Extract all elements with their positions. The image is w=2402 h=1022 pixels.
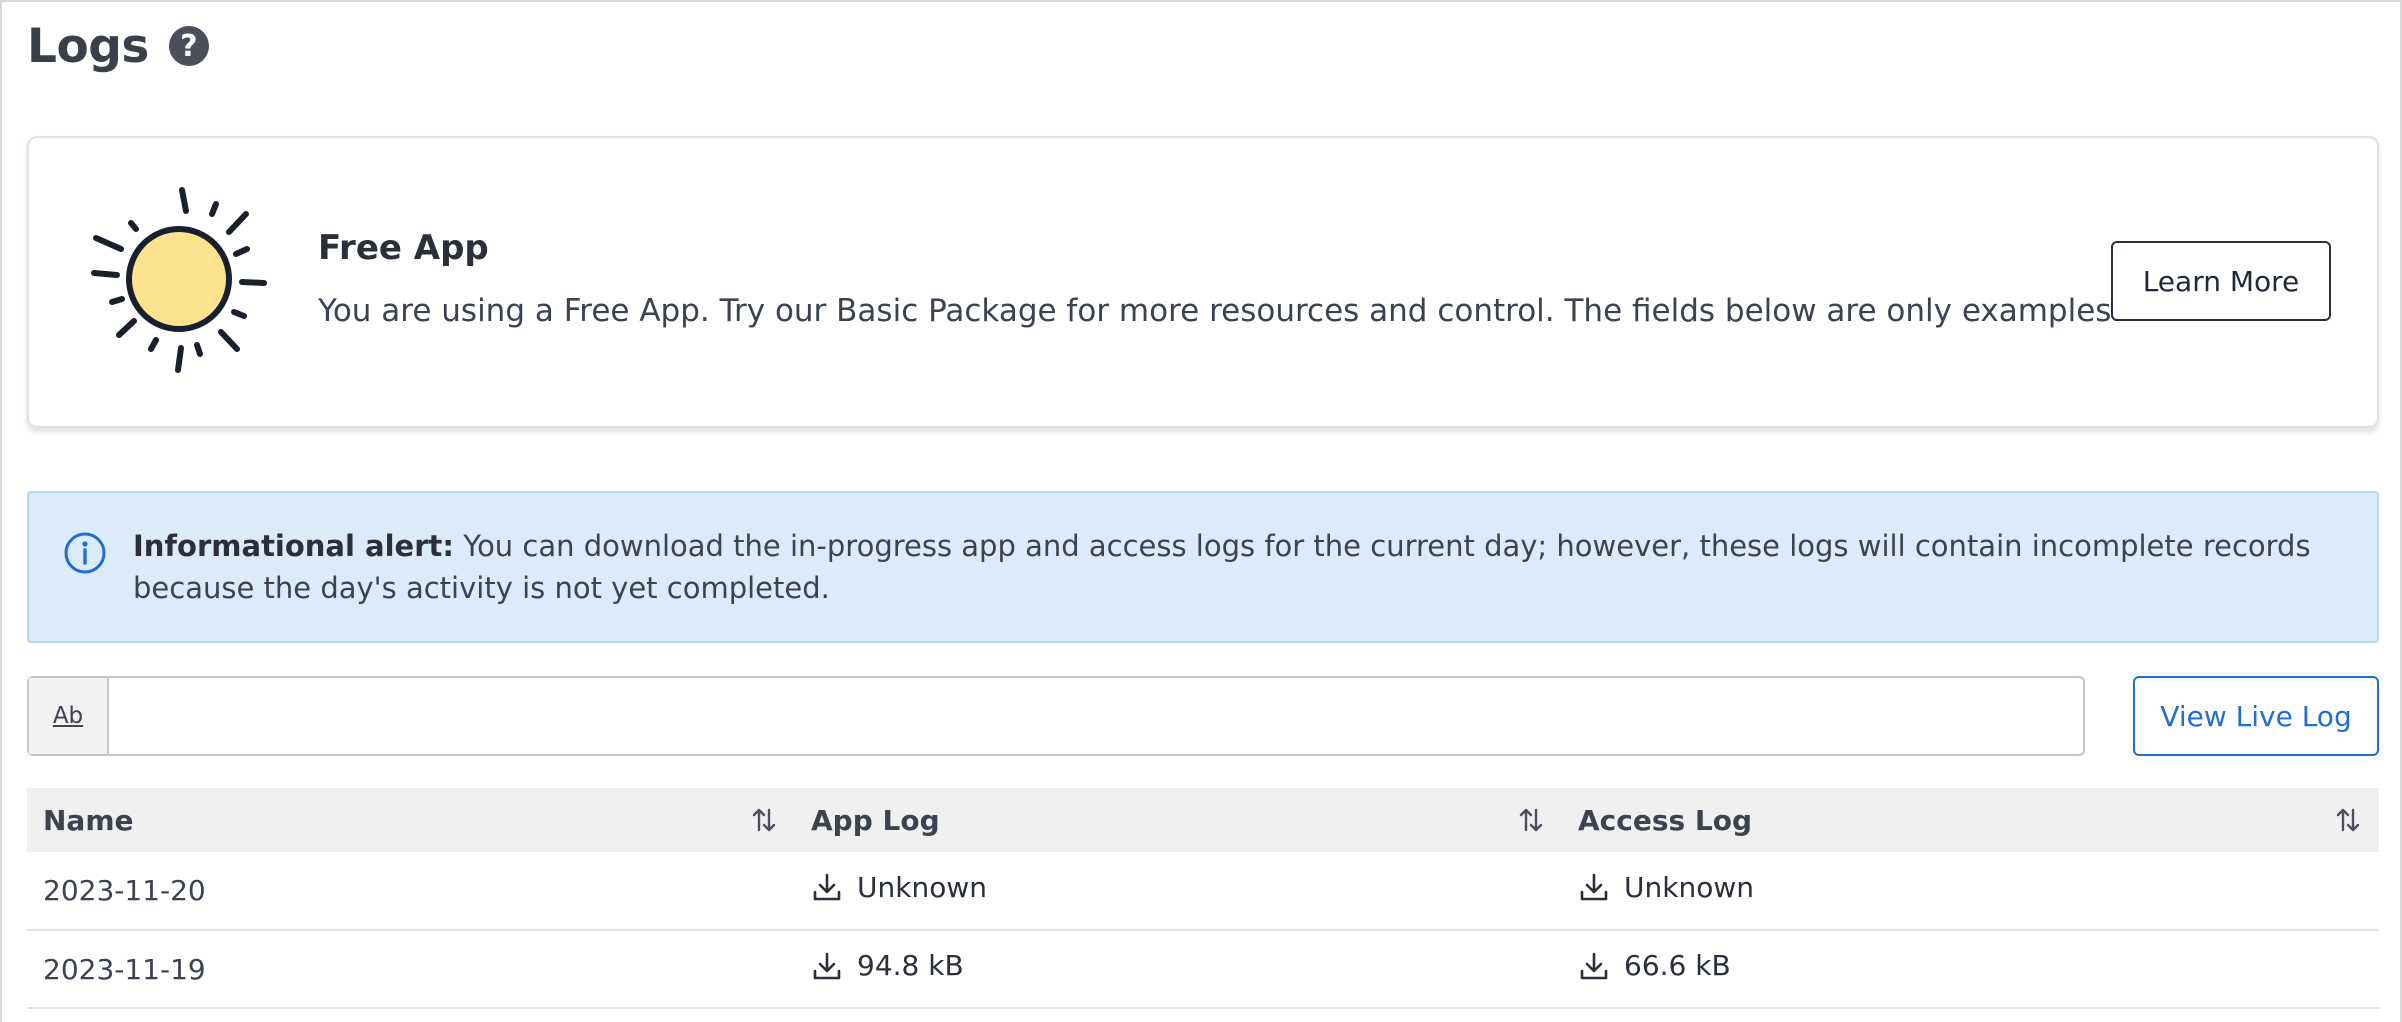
search-field: Ab xyxy=(27,676,2085,756)
info-icon xyxy=(64,532,106,574)
alert-label: Informational alert: xyxy=(133,529,454,563)
sort-icon[interactable] xyxy=(1516,805,1546,835)
page-header: Logs ? xyxy=(27,14,209,78)
learn-more-button[interactable]: Learn More xyxy=(2111,241,2331,321)
app-log-download[interactable]: 94.8 kB xyxy=(811,949,964,982)
access-log-size: 66.6 kB xyxy=(1624,949,1731,983)
match-case-toggle[interactable]: Ab xyxy=(29,678,109,754)
promo-title: Free App xyxy=(318,228,489,268)
question-circle-icon[interactable]: ? xyxy=(168,26,209,66)
table-header-row: Name App Log Access Log xyxy=(27,788,2379,852)
sun-icon xyxy=(91,187,267,373)
access-log-cell: Unknown xyxy=(1562,852,2379,931)
download-icon xyxy=(1580,873,1608,901)
download-icon xyxy=(1580,952,1608,980)
alert-message: Informational alert: You can download th… xyxy=(133,525,2343,609)
column-header-app-log[interactable]: App Log xyxy=(795,788,1562,852)
app-log-cell: 94.8 kB xyxy=(795,930,1562,1009)
page-title: Logs xyxy=(27,18,149,74)
table-row: 2023-11-19 94.8 kB 66.6 kB xyxy=(27,930,2379,1009)
view-live-log-button[interactable]: View Live Log xyxy=(2133,676,2379,756)
access-log-size: Unknown xyxy=(1624,870,1754,904)
info-alert: Informational alert: You can download th… xyxy=(27,491,2379,643)
promo-text: You are using a Free App. Try our Basic … xyxy=(318,293,2122,329)
column-header-name[interactable]: Name xyxy=(27,788,795,852)
access-log-download[interactable]: 66.6 kB xyxy=(1578,949,1731,982)
sort-icon[interactable] xyxy=(749,805,779,835)
log-date: 2023-11-20 xyxy=(27,852,795,931)
app-log-size: 94.8 kB xyxy=(857,949,964,983)
column-label: Access Log xyxy=(1578,803,1753,837)
app-log-cell: Unknown xyxy=(795,852,1562,931)
access-log-cell: 66.6 kB xyxy=(1562,930,2379,1009)
free-app-card: Free App You are using a Free App. Try o… xyxy=(27,136,2379,428)
app-log-download[interactable]: Unknown xyxy=(811,871,987,904)
column-label: Name xyxy=(43,803,134,837)
column-header-access-log[interactable]: Access Log xyxy=(1562,788,2379,852)
column-label: App Log xyxy=(811,803,940,837)
search-input[interactable] xyxy=(109,678,2083,754)
app-log-size: Unknown xyxy=(857,870,987,904)
download-icon xyxy=(813,952,841,980)
access-log-download[interactable]: Unknown xyxy=(1578,871,1754,904)
table-row: 2023-11-20 Unknown Unknown xyxy=(27,852,2379,931)
log-date: 2023-11-19 xyxy=(27,930,795,1009)
download-icon xyxy=(813,873,841,901)
logs-table: Name App Log Access Log 2023-11-20 Unkno… xyxy=(27,788,2379,1009)
alert-body: You can download the in-progress app and… xyxy=(133,529,2311,605)
sort-icon[interactable] xyxy=(2333,805,2363,835)
